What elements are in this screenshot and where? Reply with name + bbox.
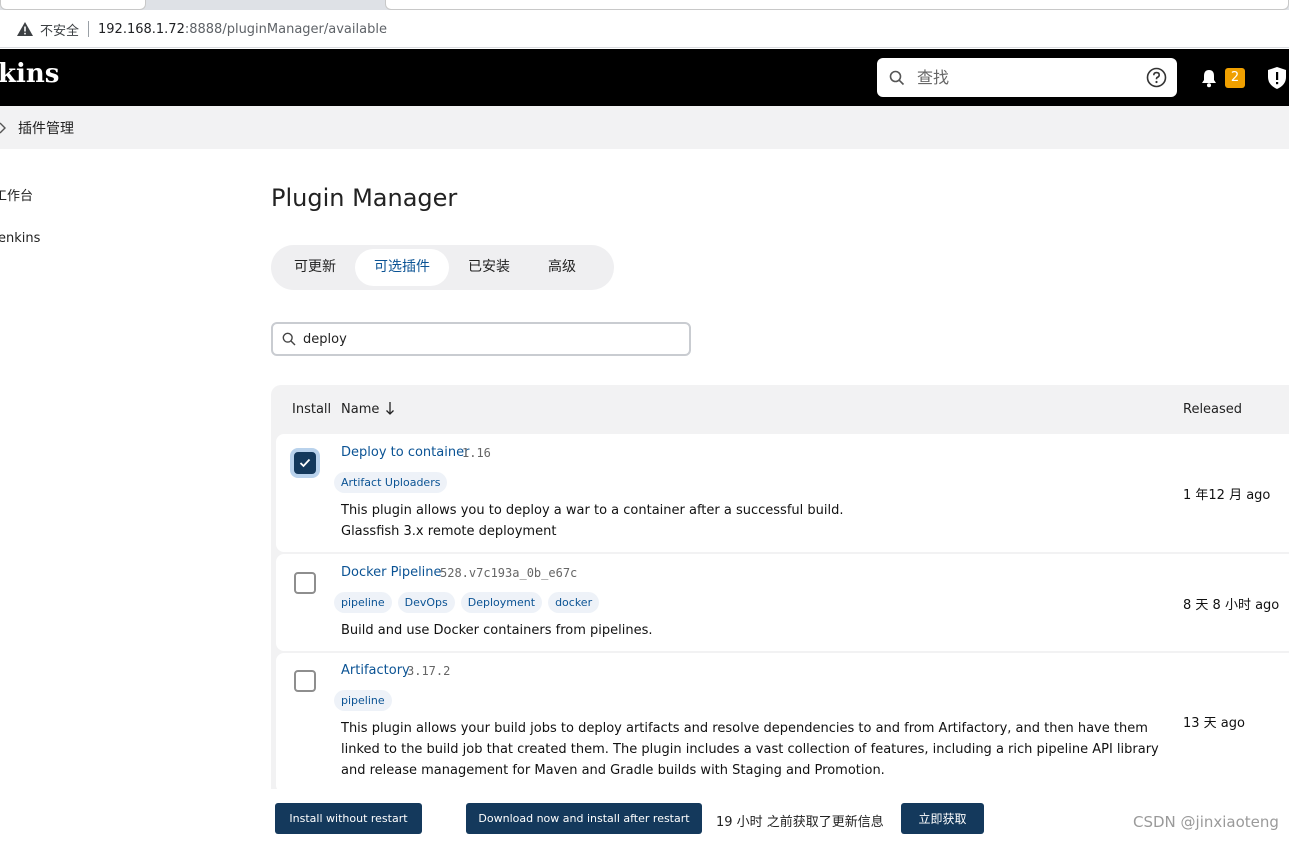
released-date: 13 天 ago [1183, 716, 1245, 731]
column-install: Install [292, 402, 332, 417]
column-name[interactable]: Name [341, 402, 379, 417]
search-icon [889, 70, 905, 85]
install-checkbox[interactable] [294, 670, 316, 692]
warning-icon[interactable] [16, 20, 34, 38]
description-line: Build and use Docker containers from pip… [341, 623, 653, 638]
sidebar-item-dashboard[interactable]: 工作台 [0, 185, 33, 204]
browser-tab[interactable] [0, 0, 146, 10]
description-line: This plugin allows you to deploy a war t… [341, 503, 844, 518]
plugin-name-link[interactable]: Deploy to container [341, 445, 469, 460]
install-without-restart-button[interactable]: Install without restart [275, 803, 422, 834]
search-box [877, 58, 1177, 97]
plugin-filter [271, 322, 691, 356]
check-icon [299, 458, 311, 468]
tag-label[interactable]: Artifact Uploaders [334, 472, 448, 493]
url-host: 192.168.1.72 [98, 21, 185, 37]
tab-installed[interactable]: 已安装 [449, 249, 529, 286]
released-date: 1 年12 月 ago [1183, 488, 1271, 503]
tab-available[interactable]: 可选插件 [355, 249, 449, 286]
plugin-version: 1.16 [462, 446, 491, 460]
help-icon[interactable] [1146, 67, 1167, 88]
shield-icon[interactable] [1266, 66, 1288, 90]
plugin-table: Install Name Released Deploy to containe… [271, 385, 1289, 841]
tag-label[interactable]: DevOps [397, 592, 455, 613]
tab-advanced[interactable]: 高级 [529, 249, 595, 286]
description-line: Glassfish 3.x remote deployment [341, 524, 557, 539]
chevron-right-icon [0, 122, 6, 133]
watermark: CSDN @jinxiaoteng [1133, 813, 1279, 831]
breadcrumb-current[interactable]: 插件管理 [18, 118, 74, 138]
plugin-version: 528.v7c193a_0b_e67c [440, 566, 578, 580]
browser-tabstrip [0, 0, 1289, 10]
released-date: 8 天 8 小时 ago [1183, 598, 1280, 613]
plugin-tags: pipeline DevOps Deployment docker [334, 592, 600, 613]
jenkins-logo[interactable]: kins [0, 59, 59, 89]
search-icon [282, 332, 296, 346]
download-install-after-restart-button[interactable]: Download now and install after restart [466, 803, 702, 834]
tag-label[interactable]: Deployment [460, 592, 543, 613]
plugin-tags: Artifact Uploaders [334, 472, 448, 493]
table-row: Artifactory 3.17.2 pipeline This plugin … [276, 653, 1289, 793]
column-released: Released [1183, 402, 1243, 417]
search-input[interactable] [917, 68, 1137, 87]
table-row: Deploy to container 1.16 Artifact Upload… [276, 434, 1289, 552]
url-separator [88, 21, 90, 37]
tab-updates[interactable]: 可更新 [275, 249, 355, 286]
notification-badge[interactable]: 2 [1225, 68, 1245, 88]
plugin-tabs: 可更新 可选插件 已安装 高级 [271, 245, 614, 290]
plugin-version: 3.17.2 [407, 664, 451, 678]
plugin-description: This plugin allows your build jobs to de… [341, 721, 1159, 778]
plugin-name-link[interactable]: Artifactory [341, 663, 410, 678]
sort-down-icon[interactable] [385, 400, 395, 416]
page-title: Plugin Manager [271, 184, 458, 212]
plugin-tags: pipeline [334, 690, 392, 711]
app-header: kins 2 [0, 49, 1289, 106]
tag-label[interactable]: docker [548, 592, 600, 613]
install-checkbox[interactable] [294, 572, 316, 594]
browser-tab-active[interactable] [385, 0, 1289, 10]
bell-icon[interactable] [1199, 68, 1219, 88]
breadcrumb: 插件管理 [0, 106, 1289, 149]
plugin-description: This plugin allows you to deploy a war t… [341, 500, 1171, 542]
tag-label[interactable]: pipeline [334, 592, 392, 613]
sidebar-item-jenkins[interactable]: enkins [0, 231, 40, 246]
plugin-name-link[interactable]: Docker Pipeline [341, 565, 442, 580]
address-bar: 不安全 192.168.1.72:8888/pluginManager/avai… [0, 10, 1289, 48]
install-checkbox[interactable] [294, 452, 316, 474]
plugin-description: Build and use Docker containers from pip… [341, 620, 1171, 641]
fetch-now-button[interactable]: 立即获取 [901, 803, 984, 834]
url-field[interactable]: 不安全 192.168.1.72:8888/pluginManager/avai… [6, 13, 1289, 45]
filter-input[interactable] [303, 331, 673, 347]
insecure-label: 不安全 [40, 23, 80, 39]
tag-label[interactable]: pipeline [334, 690, 392, 711]
table-row: Docker Pipeline 528.v7c193a_0b_e67c pipe… [276, 554, 1289, 651]
update-info-text: 19 小时 之前获取了更新信息 [716, 815, 884, 830]
url-path: :8888/pluginManager/available [184, 21, 387, 37]
